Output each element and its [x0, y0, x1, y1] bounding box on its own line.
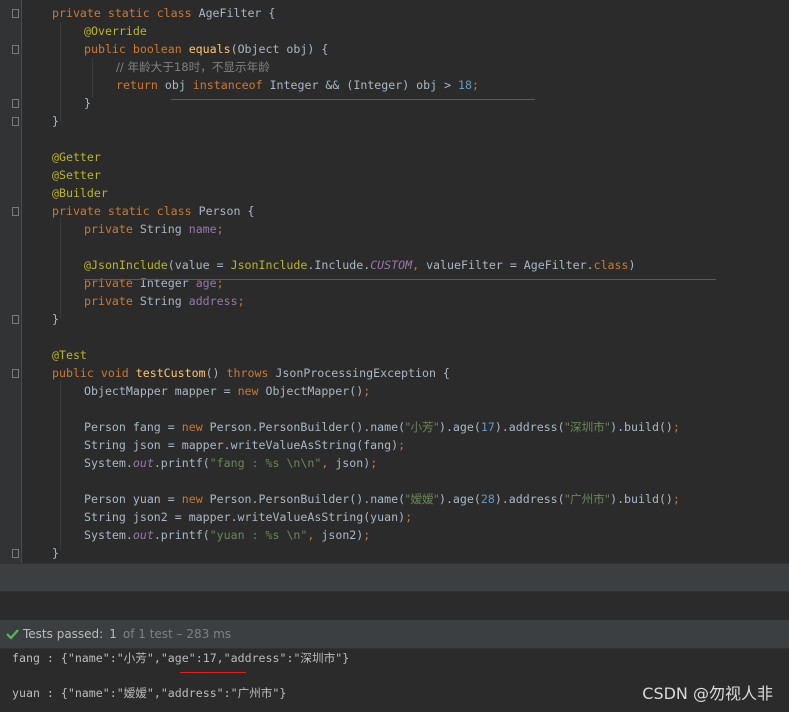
code-line: private static class AgeFilter { [52, 6, 276, 20]
gutter-divider [21, 0, 22, 563]
console-output-line-1: fang : {"name":"小芳","age":17,"address":"… [12, 651, 350, 665]
indent-guide [92, 58, 93, 98]
indent-guide [60, 380, 61, 550]
code-line: @Builder [52, 186, 108, 200]
code-line: Person fang = new Person.PersonBuilder()… [84, 420, 680, 434]
fold-marker-icon[interactable] [12, 549, 19, 558]
underline-age-output [180, 672, 246, 673]
indent-guide [60, 22, 61, 122]
code-line: System.out.printf("yuan : %s \n", json2)… [84, 528, 371, 542]
code-editor[interactable]: private static class AgeFilter { @Overrid… [0, 0, 789, 563]
code-line: private String name; [84, 222, 224, 236]
code-line: String json = mapper.writeValueAsString(… [84, 438, 406, 452]
test-status-bar: Tests passed: 1 of 1 test – 283 ms [0, 620, 789, 649]
code-line: public void testCustom() throws JsonProc… [52, 366, 450, 380]
code-line: @Test [52, 348, 87, 362]
code-line: } [84, 96, 91, 110]
code-line: @Override [84, 24, 147, 38]
fold-marker-icon[interactable] [12, 9, 19, 18]
code-line: private Integer age; [84, 276, 224, 290]
check-icon [6, 629, 19, 640]
code-line: } [52, 312, 59, 326]
tests-passed-count: 1 [109, 627, 117, 641]
code-line: private static class Person { [52, 204, 255, 218]
code-line: } [52, 546, 59, 560]
fold-marker-icon[interactable] [12, 99, 19, 108]
indent-guide [60, 218, 61, 318]
code-line: ObjectMapper mapper = new ObjectMapper()… [84, 384, 371, 398]
code-line: // 年龄大于18时，不显示年龄 [116, 60, 270, 74]
code-line: System.out.printf("fang : %s \n\n", json… [84, 456, 378, 470]
fold-marker-icon[interactable] [12, 117, 19, 126]
run-panel: Tests passed: 1 of 1 test – 283 ms fang … [0, 591, 789, 712]
underline-return-statement [171, 99, 535, 100]
fold-marker-icon[interactable] [12, 207, 19, 216]
code-line: } [52, 114, 59, 128]
code-line: String json2 = mapper.writeValueAsString… [84, 510, 413, 524]
fold-marker-icon[interactable] [12, 315, 19, 324]
code-line: private String address; [84, 294, 245, 308]
editor-tool-bar [0, 563, 789, 592]
code-line: return obj instanceof Integer && (Intege… [116, 78, 479, 92]
tests-passed-detail: of 1 test – 283 ms [122, 627, 232, 641]
console-output-line-2: yuan : {"name":"嫒嫒","address":"广州市"} [12, 686, 287, 700]
tests-passed-label: Tests passed: [23, 627, 104, 641]
watermark: CSDN @勿视人非 [642, 684, 773, 703]
underline-jsoninclude [84, 279, 716, 280]
fold-marker-icon[interactable] [12, 45, 19, 54]
code-line: Person yuan = new Person.PersonBuilder()… [84, 492, 680, 506]
code-line: @Setter [52, 168, 101, 182]
editor-gutter[interactable] [0, 0, 22, 563]
code-line: public boolean equals(Object obj) { [84, 42, 329, 56]
fold-marker-icon[interactable] [12, 369, 19, 378]
code-line: @Getter [52, 150, 101, 164]
code-line: @JsonInclude(value = JsonInclude.Include… [84, 258, 636, 272]
